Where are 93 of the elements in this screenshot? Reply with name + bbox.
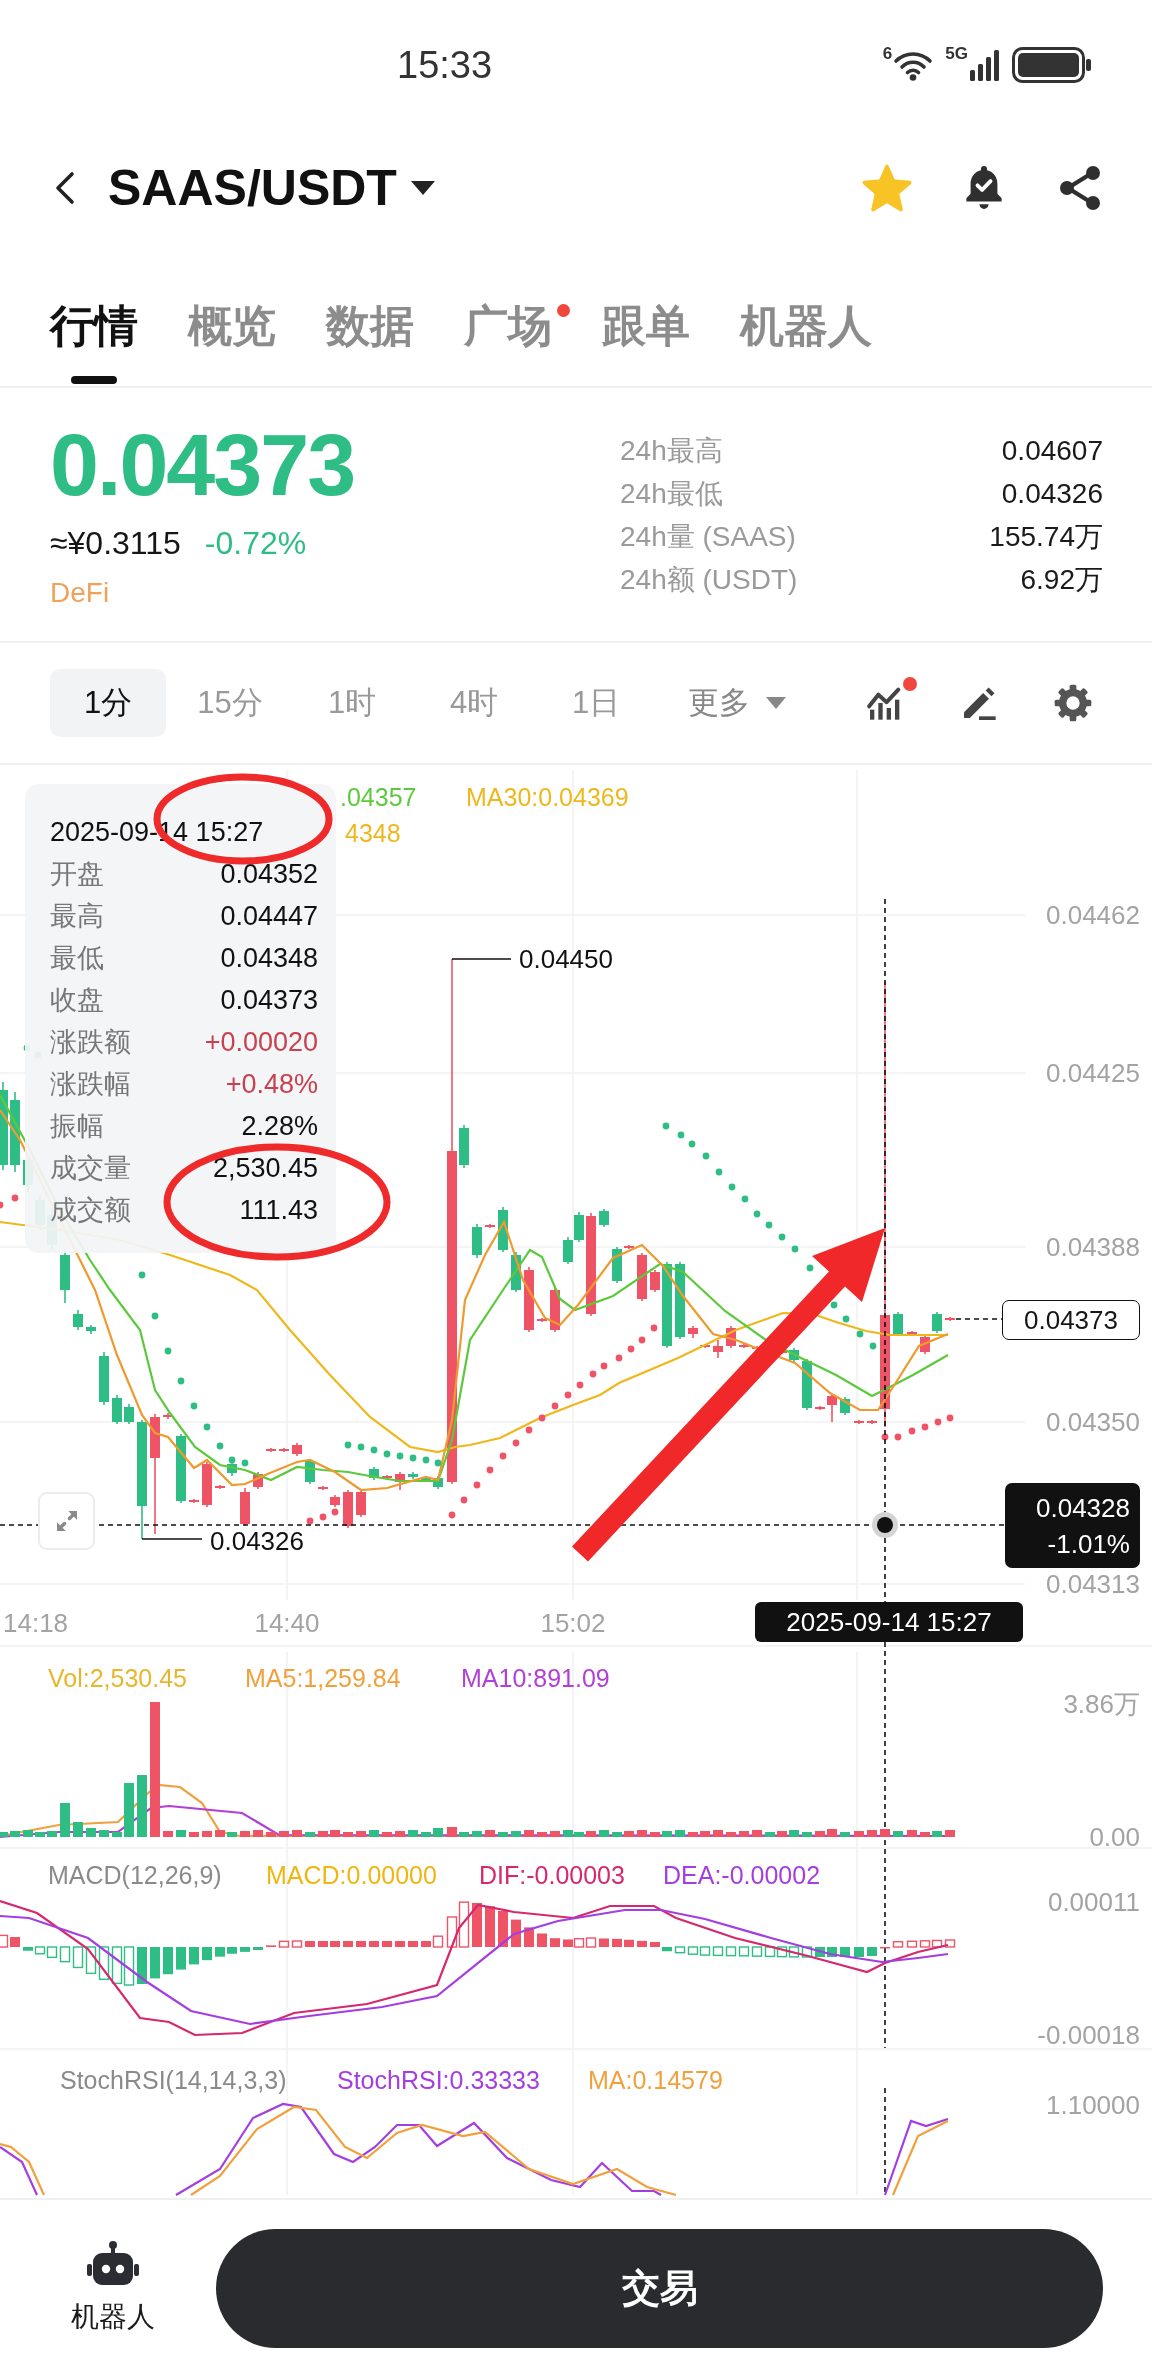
tooltip-label: 成交额 [50,1194,131,1227]
tooltip-value: 0.04352 [220,858,318,890]
price-axis-label: 0.04350 [1046,1407,1140,1437]
tooltip-value: 111.43 [239,1194,318,1226]
caret-icon [410,180,435,195]
network-type-label: 5G [945,45,968,62]
macd-legend: DEA:-0.00002 [663,1861,821,1889]
tab-underline [71,376,117,384]
time-axis-label: 15:02 [540,1608,606,1638]
robot-icon [87,2240,139,2288]
tooltip-label: 成交量 [50,1152,131,1185]
stat-label: 24h最高 [620,433,724,468]
stat-value: 155.74万 [989,519,1103,554]
tooltip-value: 0.04348 [220,942,318,974]
battery-icon [1012,47,1092,83]
last-price-tag: 0.04373 [1002,1300,1140,1340]
tooltip-value: 0.04447 [220,900,318,932]
tooltip-value: 0.04373 [220,984,318,1016]
more-intervals-menu[interactable]: 更多 [682,669,792,737]
tooltip-label: 振幅 [50,1110,104,1143]
time-axis-label: 14:40 [254,1608,320,1638]
price-axis-label: 0.04425 [1046,1058,1140,1088]
robot-nav-item[interactable]: 机器人 [50,2240,176,2336]
macd-title: MACD(12,26,9) [48,1861,222,1889]
tab[interactable]: 概览 [188,300,276,384]
crosshair-price: 0.04328 [1036,1491,1130,1525]
interval-tab[interactable]: 1日 [538,669,654,737]
price-axis-label: 0.04313 [1046,1569,1140,1599]
macd-axis-label: -0.00018 [1037,2020,1140,2050]
tab[interactable]: 行情 [50,300,138,384]
macd-legend: MACD:0.00000 [266,1861,437,1889]
high-price-label: 0.04450 [519,944,613,974]
stochrsi-title: StochRSI(14,14,3,3) [60,2066,287,2094]
tooltip-label: 开盘 [50,858,104,891]
interval-tab[interactable]: 1分 [50,669,166,737]
tooltip-label: 涨跌幅 [50,1068,131,1101]
price-axis-label: 0.04462 [1046,900,1140,930]
volume-axis-label: 3.86万 [1063,1689,1140,1719]
stat-value: 0.04326 [1000,477,1103,510]
status-time: 15:33 [397,43,493,87]
fiat-price: ≈¥0.3115 [50,524,181,563]
leader-line [451,958,512,960]
stochrsi-axis-label: 1.10000 [1046,2090,1140,2120]
macd-axis-label: 0.00011 [1047,1887,1140,1917]
indicator-legend: .04357 [340,783,417,811]
leader-line [141,1538,203,1540]
tab[interactable]: 数据 [326,300,414,384]
pair-selector[interactable]: SAAS/USDT [108,158,435,217]
interval-tab[interactable]: 1时 [294,669,410,737]
price-axis-label: 0.04388 [1046,1232,1140,1262]
volume-legend: MA5:1,259.84 [245,1664,401,1692]
indicator-legend: MA30:0.04369 [466,783,629,811]
trade-button[interactable]: 交易 [216,2228,1103,2348]
last-price-line [955,1318,1003,1320]
expand-button[interactable] [38,1492,95,1550]
interval-tab[interactable]: 4时 [416,669,532,737]
stat-label: 24h额 (USDT) [620,562,799,597]
tooltip-value: 2,530.45 [212,1152,318,1184]
tab[interactable]: 机器人 [740,300,872,384]
volume-legend: MA10:891.09 [461,1664,610,1692]
tooltip-value: +0.00020 [204,1026,318,1058]
macd-legend: DIF:-0.00003 [479,1861,625,1889]
tooltip-value: +0.48% [225,1068,318,1100]
wifi-generation-label: 6 [882,45,893,62]
stochrsi-legend: MA:0.14579 [588,2066,723,2094]
tooltip-label: 最低 [50,942,104,975]
time-axis-label: 14:18 [3,1608,69,1638]
crosshair-time-tag: 2025-09-14 15:27 [755,1602,1023,1642]
tooltip-label: 涨跌额 [50,1026,131,1059]
volume-legend: Vol:2,530.45 [48,1664,187,1692]
star-icon[interactable] [861,162,913,213]
tooltip-label: 收盘 [50,984,104,1017]
stat-value: 0.04607 [1000,434,1103,467]
volume-axis-label: 0.00 [1089,1822,1140,1852]
tooltip-label: 最高 [50,900,104,933]
interval-tab[interactable]: 15分 [172,669,288,737]
settings-icon[interactable] [1053,683,1093,723]
tab[interactable]: 跟单 [602,300,690,384]
tab[interactable]: 广场 [464,300,552,384]
stat-label: 24h最低 [620,476,724,511]
signal-icon [970,49,1000,81]
stat-value: 6.92万 [1019,562,1103,597]
caret-icon [766,697,786,709]
price-change: -0.72% [204,524,307,563]
tooltip-value: 2.28% [241,1110,318,1142]
low-price-label: 0.04326 [210,1526,304,1556]
indicator-legend: 4348 [345,819,401,847]
crosshair-change: -1.01% [1047,1527,1130,1561]
stat-label: 24h量 (SAAS) [620,519,797,554]
crosshair-marker-icon [872,1512,898,1538]
last-price: 0.04373 [50,421,355,509]
category-tag: DeFi [50,573,110,613]
stochrsi-legend: StochRSI:0.33333 [337,2066,540,2094]
